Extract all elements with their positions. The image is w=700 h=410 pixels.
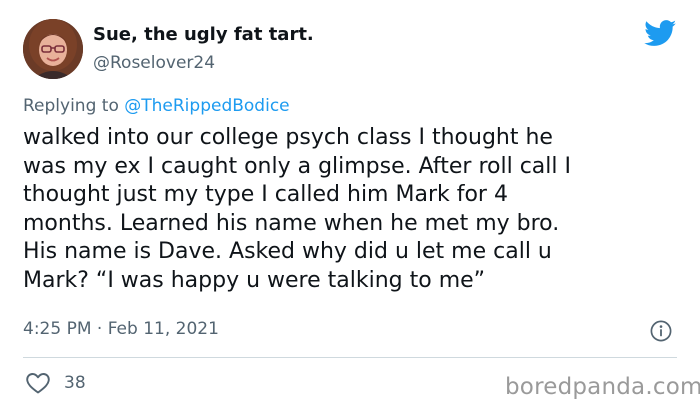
replying-to: Replying to @TheRippedBodice (23, 96, 290, 116)
like-count: 38 (64, 373, 86, 393)
reply-mention-link[interactable]: @TheRippedBodice (124, 96, 289, 116)
heart-icon[interactable] (25, 371, 51, 395)
tweet-card: Sue, the ugly fat tart. @Roselover24 Rep… (0, 0, 700, 410)
tweet-text-line: was my ex I caught only a glimpse. After… (23, 153, 571, 179)
user-handle[interactable]: @Roselover24 (93, 52, 314, 74)
display-name[interactable]: Sue, the ugly fat tart. (93, 24, 314, 46)
replying-to-label: Replying to (23, 96, 119, 116)
twitter-bird-icon[interactable] (644, 20, 677, 47)
tweet-text-line: Mark? “I was happy u were talking to me” (23, 267, 486, 293)
boredpanda-watermark: boredpanda.com (505, 374, 700, 400)
divider (23, 357, 677, 358)
avatar[interactable] (23, 19, 83, 79)
tweet-text-line: walked into our college psych class I th… (23, 125, 553, 150)
tweet-text-line: His name is Dave. Asked why did u let me… (23, 239, 552, 264)
author-block: Sue, the ugly fat tart. @Roselover24 (93, 24, 314, 74)
tweet-text: walked into our college psych class I th… (23, 124, 683, 295)
tweet-text-line: thought just my type I called him Mark f… (23, 182, 508, 207)
info-icon[interactable] (650, 320, 672, 342)
tweet-timestamp[interactable]: 4:25 PM · Feb 11, 2021 (23, 319, 219, 339)
tweet-text-line: months. Learned his name when he met my … (23, 210, 560, 236)
